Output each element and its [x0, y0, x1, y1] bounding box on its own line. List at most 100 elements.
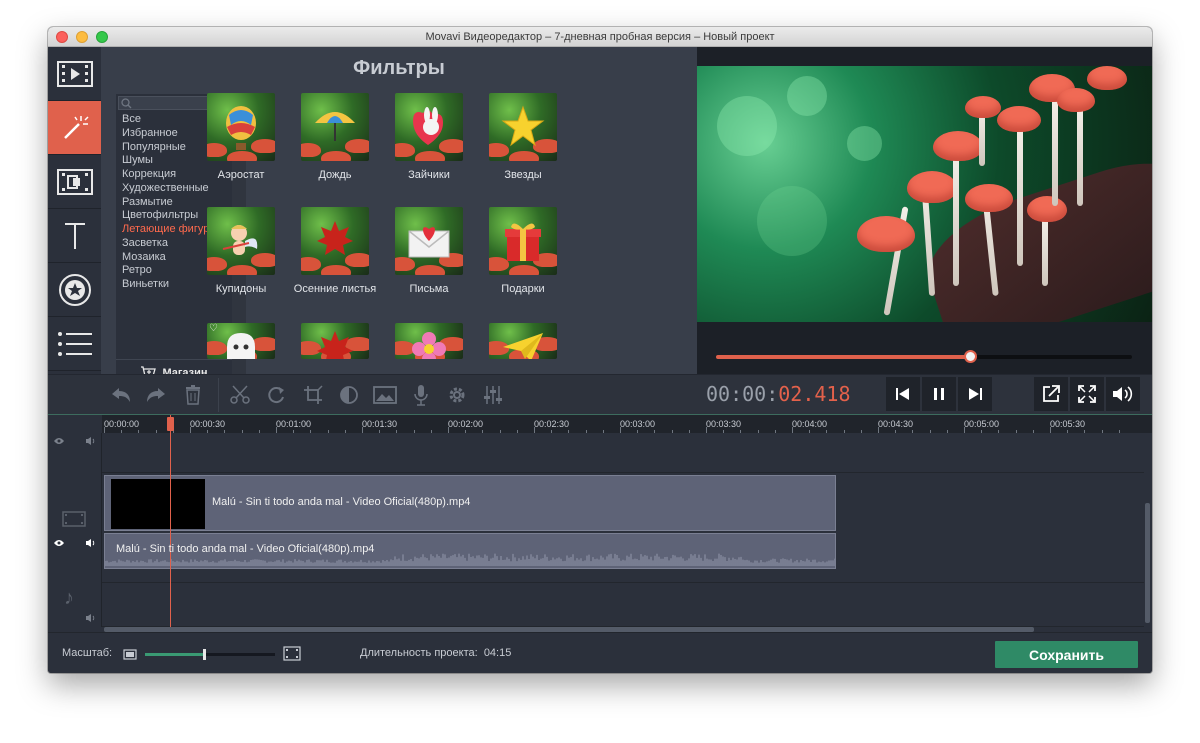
- filters-button[interactable]: [48, 101, 101, 155]
- music-track[interactable]: [102, 583, 1144, 627]
- more-tools-button[interactable]: [48, 317, 101, 371]
- ruler-tick-label: 00:00:30: [190, 419, 226, 429]
- timeline-vertical-scrollbar[interactable]: [1145, 503, 1150, 623]
- eye-icon[interactable]: [53, 437, 65, 445]
- timecode-dim: 00:00:: [706, 382, 779, 406]
- filter-tile[interactable]: Подарки: [476, 207, 570, 296]
- crop-button[interactable]: [298, 380, 328, 410]
- settings-button[interactable]: [442, 380, 472, 410]
- zoom-slider[interactable]: [145, 649, 275, 660]
- speaker-small-icon[interactable]: [85, 436, 97, 446]
- filter-tile[interactable]: Письма: [382, 207, 476, 296]
- redo-icon: [147, 388, 165, 402]
- close-window-button[interactable]: [56, 31, 68, 43]
- category-item[interactable]: Художественные: [122, 182, 217, 196]
- eye-icon[interactable]: [53, 539, 65, 547]
- filter-tile[interactable]: Осенние листья: [288, 207, 382, 296]
- filter-tile[interactable]: ♡: [194, 323, 288, 367]
- filter-tile[interactable]: Аэростат: [194, 93, 288, 182]
- record-voice-button[interactable]: [406, 380, 436, 410]
- delete-button[interactable]: [178, 380, 208, 410]
- contrast-icon: [340, 386, 358, 404]
- gear-icon: [449, 387, 465, 403]
- filter-thumbnail: [395, 207, 463, 275]
- ruler-tick-label: 00:02:00: [448, 419, 484, 429]
- filter-label: Зайчики: [408, 169, 450, 181]
- equalizer-button[interactable]: [478, 380, 508, 410]
- transitions-button[interactable]: [48, 155, 101, 209]
- filter-tile[interactable]: Зайчики: [382, 93, 476, 182]
- music-note-icon: ♪: [64, 587, 74, 609]
- magic-wand-icon: [63, 115, 89, 139]
- ruler-tick-label: 00:02:30: [534, 419, 570, 429]
- star-icon: [501, 105, 545, 154]
- time-ruler[interactable]: 00:00:00 00:00:30 00:01:00 00:01:30 00:02:00…: [102, 415, 1152, 433]
- speaker-small-icon[interactable]: [85, 613, 97, 623]
- filter-thumbnail: [489, 207, 557, 275]
- progress-handle[interactable]: [963, 350, 977, 363]
- export-frame-button[interactable]: [1034, 377, 1068, 411]
- previous-frame-button[interactable]: [886, 377, 920, 411]
- save-button[interactable]: Сохранить: [995, 641, 1138, 668]
- color-adjust-button[interactable]: [334, 380, 364, 410]
- picture-icon: [373, 386, 397, 404]
- skip-back-icon: [896, 388, 909, 400]
- envelope-icon: [407, 219, 451, 264]
- next-frame-button[interactable]: [958, 377, 992, 411]
- fullscreen-button[interactable]: [1070, 377, 1104, 411]
- video-clip[interactable]: Malú - Sin ti todo anda mal - Video Ofic…: [104, 475, 836, 531]
- zoom-slider-handle[interactable]: [202, 649, 206, 660]
- filter-tile[interactable]: [476, 323, 570, 367]
- filter-tile[interactable]: Купидоны: [194, 207, 288, 296]
- filter-label: Осенние листья: [293, 283, 377, 295]
- import-media-button[interactable]: [48, 47, 101, 101]
- umbrella-icon: [313, 105, 357, 150]
- flower-icon: [409, 329, 449, 359]
- zoom-slider-fill: [145, 653, 204, 656]
- filter-tile[interactable]: [288, 323, 382, 367]
- maximize-window-button[interactable]: [96, 31, 108, 43]
- filter-tile[interactable]: [382, 323, 476, 367]
- gift-icon: [503, 219, 543, 268]
- zoom-in-film-icon[interactable]: [283, 646, 301, 661]
- preview-frame: [697, 66, 1152, 322]
- titles-button[interactable]: [48, 209, 101, 263]
- leaf-icon: [315, 329, 355, 359]
- favorite-heart-icon[interactable]: ♡: [209, 323, 218, 334]
- window-title: Movavi Видеоредактор – 7-дневная пробная…: [425, 31, 775, 43]
- redo-button[interactable]: [141, 380, 171, 410]
- undo-icon: [112, 388, 130, 402]
- zoom-out-film-icon[interactable]: [123, 649, 137, 660]
- filter-thumbnail: [207, 93, 275, 161]
- speaker-icon: [1113, 386, 1133, 402]
- filter-thumbnail: [301, 93, 369, 161]
- undo-button[interactable]: [106, 380, 136, 410]
- film-icon: [56, 60, 93, 87]
- cupid-icon: [219, 219, 263, 268]
- clip-thumbnail: [111, 479, 205, 529]
- filter-tile[interactable]: Дождь: [288, 93, 382, 182]
- volume-button[interactable]: [1106, 377, 1140, 411]
- filter-tile[interactable]: Звезды: [476, 93, 570, 182]
- speaker-small-icon[interactable]: [85, 538, 97, 548]
- bottom-bar: Масштаб: Длительность проекта: 04:15 Сох…: [48, 632, 1152, 673]
- equalizer-icon: [484, 386, 502, 404]
- filter-thumbnail: [489, 323, 557, 359]
- image-button[interactable]: [370, 380, 400, 410]
- ghost-icon: [221, 329, 261, 359]
- pause-button[interactable]: [922, 377, 956, 411]
- stickers-button[interactable]: [48, 263, 101, 317]
- audio-clip[interactable]: Malú - Sin ti todo anda mal - Video Ofic…: [104, 533, 836, 569]
- panel-title: Фильтры: [353, 57, 445, 79]
- paper-plane-icon: [501, 329, 545, 359]
- rotate-button[interactable]: [261, 380, 291, 410]
- filter-thumbnail: [207, 207, 275, 275]
- fullscreen-icon: [1078, 385, 1096, 403]
- ruler-tick-label: 00:05:00: [964, 419, 1000, 429]
- minimize-window-button[interactable]: [76, 31, 88, 43]
- playback-progress-bar[interactable]: [716, 350, 1132, 363]
- filter-thumbnail: [301, 207, 369, 275]
- filter-label: Аэростат: [217, 169, 265, 181]
- overlay-track[interactable]: [102, 433, 1144, 473]
- cut-button[interactable]: [225, 380, 255, 410]
